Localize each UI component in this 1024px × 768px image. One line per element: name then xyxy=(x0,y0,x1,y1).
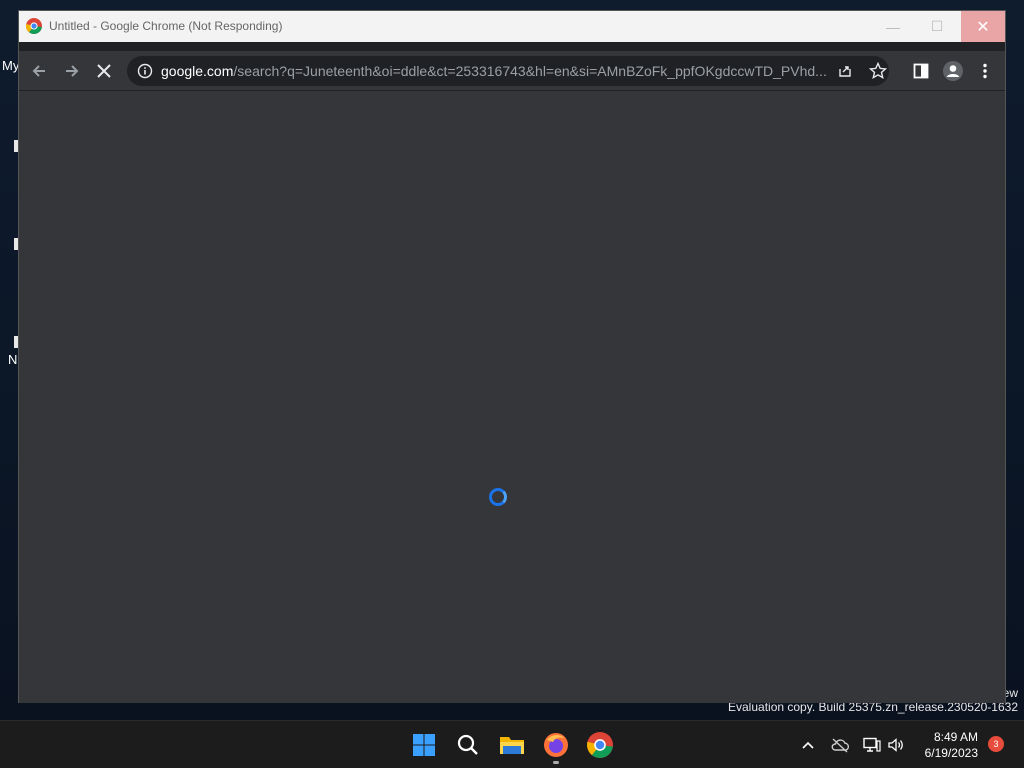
back-arrow-icon xyxy=(32,65,45,77)
loading-spinner-icon xyxy=(489,488,507,506)
desktop-icon-label-my[interactable]: My xyxy=(2,58,19,73)
firefox-icon xyxy=(544,733,568,757)
network-tray-button[interactable] xyxy=(862,735,882,755)
side-panel-icon xyxy=(913,63,929,79)
stop-loading-button[interactable] xyxy=(92,59,116,83)
network-icon xyxy=(863,737,881,752)
close-button[interactable]: ✕ xyxy=(961,11,1005,42)
chrome-icon xyxy=(587,732,613,758)
bookmark-star-icon[interactable] xyxy=(869,62,887,80)
info-icon[interactable] xyxy=(137,63,153,79)
onedrive-tray-button[interactable] xyxy=(830,735,850,755)
active-indicator xyxy=(553,761,559,764)
window-title: Untitled - Google Chrome (Not Responding… xyxy=(49,19,283,33)
taskbar: 8:49 AM 6/19/2023 3 xyxy=(0,720,1024,768)
firefox-button[interactable] xyxy=(540,729,572,764)
windows-logo-icon xyxy=(413,734,435,756)
profile-button[interactable] xyxy=(941,59,965,83)
chrome-logo-icon xyxy=(26,18,42,34)
browser-toolbar: google.com/search?q=Juneteenth&oi=ddle&c… xyxy=(19,51,1005,91)
chevron-up-icon xyxy=(802,741,814,749)
notification-badge[interactable]: 3 xyxy=(988,736,1004,752)
address-bar[interactable]: google.com/search?q=Juneteenth&oi=ddle&c… xyxy=(127,56,889,86)
minimize-button[interactable]: — xyxy=(871,11,915,42)
title-bar[interactable]: Untitled - Google Chrome (Not Responding… xyxy=(19,11,1005,42)
desktop-icon-label-n[interactable]: N xyxy=(8,352,17,367)
start-button[interactable] xyxy=(408,729,440,761)
file-explorer-button[interactable] xyxy=(496,729,528,761)
cloud-offline-icon xyxy=(831,738,850,753)
chrome-window: Untitled - Google Chrome (Not Responding… xyxy=(18,10,1006,703)
search-icon xyxy=(457,734,478,755)
forward-button[interactable] xyxy=(60,59,84,83)
url-path: /search?q=Juneteenth&oi=ddle&ct=25331674… xyxy=(233,63,827,79)
maximize-button[interactable]: ☐ xyxy=(915,11,959,42)
close-x-icon xyxy=(97,64,111,78)
url-host: google.com xyxy=(161,63,234,79)
show-hidden-icons-button[interactable] xyxy=(798,735,818,755)
volume-tray-button[interactable] xyxy=(886,735,906,755)
clock-date: 6/19/2023 xyxy=(924,746,978,760)
profile-avatar-icon xyxy=(943,61,963,81)
page-content[interactable] xyxy=(19,92,1005,703)
back-button[interactable] xyxy=(27,59,51,83)
menu-button[interactable] xyxy=(973,59,997,83)
system-clock[interactable]: 8:49 AM 6/19/2023 xyxy=(908,729,978,761)
kebab-menu-icon xyxy=(983,63,987,79)
tab-strip[interactable] xyxy=(19,42,1005,51)
clock-time: 8:49 AM xyxy=(933,730,978,744)
folder-icon xyxy=(500,737,524,754)
search-button[interactable] xyxy=(452,729,484,761)
side-panel-button[interactable] xyxy=(909,59,933,83)
share-icon[interactable] xyxy=(837,63,853,79)
url-text[interactable]: google.com/search?q=Juneteenth&oi=ddle&c… xyxy=(161,63,827,79)
chrome-taskbar-button[interactable] xyxy=(584,729,616,761)
speaker-icon xyxy=(888,738,903,752)
forward-arrow-icon xyxy=(66,65,79,77)
